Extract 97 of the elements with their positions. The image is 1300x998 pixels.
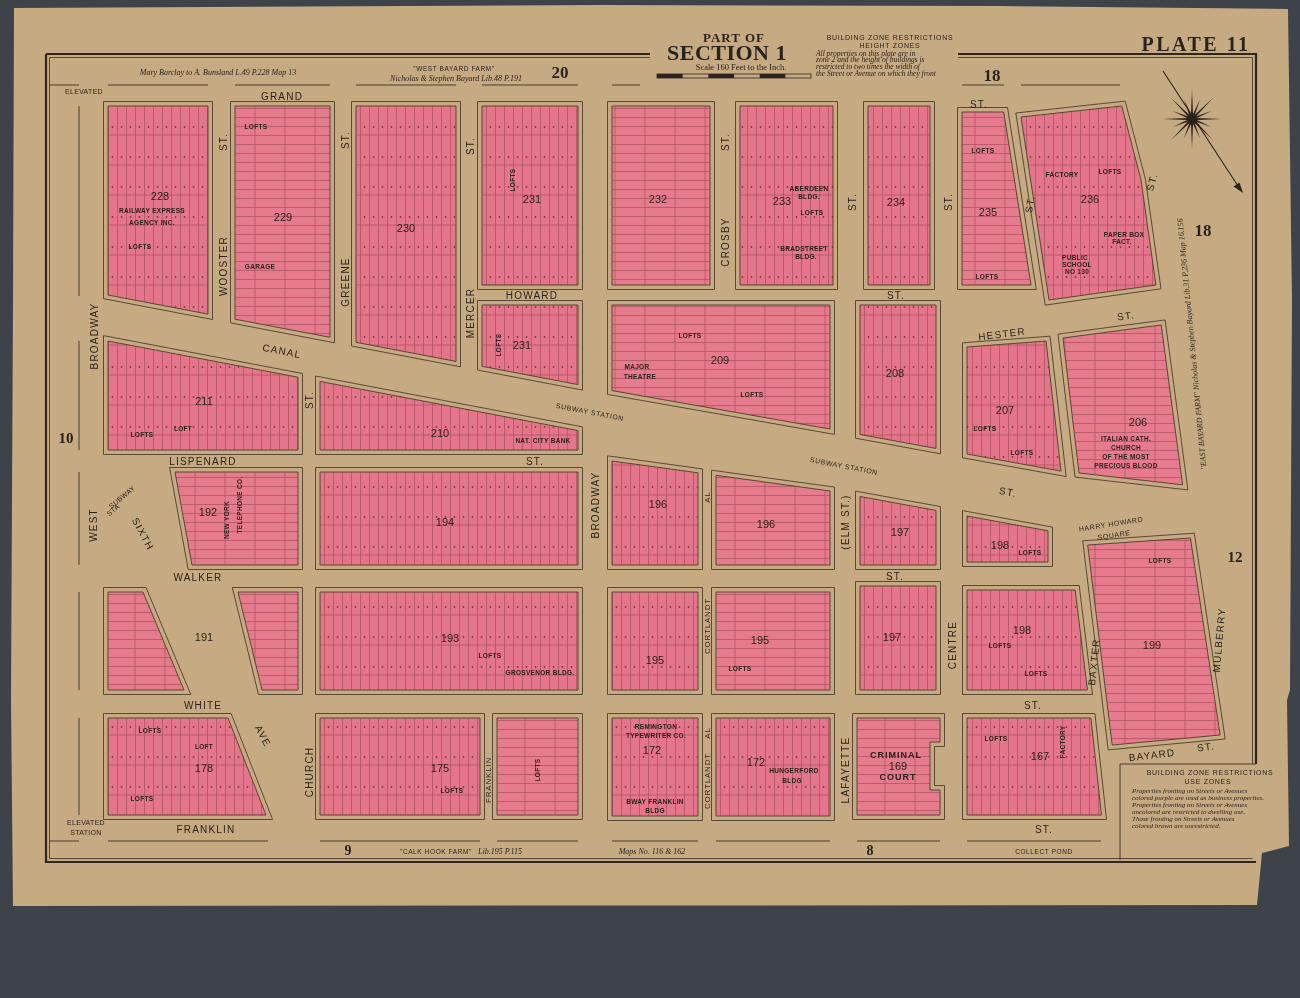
block-number: 228 <box>150 190 170 202</box>
block-number: 231 <box>522 193 542 205</box>
block-number: 235 <box>978 206 998 218</box>
block-number: 191 <box>194 631 214 643</box>
building-label: COURT <box>879 772 917 782</box>
street-label: ST. <box>969 98 989 110</box>
plate-number: PLATE 11 <box>1141 33 1251 55</box>
street-label: ST. <box>339 130 351 150</box>
street-label: LAFAYETTE <box>839 736 851 804</box>
street-label: ST. <box>1116 309 1136 323</box>
street-label: AL <box>702 491 712 503</box>
street-label: ST. <box>464 136 476 156</box>
block-number: 195 <box>645 654 665 666</box>
block-number: 193 <box>440 632 460 644</box>
street-label: HOWARD <box>505 289 559 301</box>
street-label: BAYARD <box>1128 746 1176 764</box>
block-number: 198 <box>990 539 1010 551</box>
block-number: 195 <box>750 634 770 646</box>
block-number: 178 <box>194 762 214 774</box>
street-label: ST. <box>1022 194 1038 214</box>
adjoining-plate-number: 20 <box>551 62 569 82</box>
adjoining-plate-number: 9 <box>344 842 352 858</box>
street-label: CROSBY <box>719 217 731 267</box>
street-label: ST. <box>942 192 954 212</box>
block-number: 192 <box>198 506 218 518</box>
street-label: ST. <box>886 289 906 301</box>
street-label: CHURCH <box>303 746 315 798</box>
land-record-note: Maps No. 116 & 162 <box>618 846 686 856</box>
street-label: FRANKLIN <box>176 823 236 835</box>
block-number: 196 <box>756 518 776 530</box>
street-label: BROADWAY <box>589 471 601 539</box>
scale-note: Scale 160 Feet to the Inch. <box>695 62 787 72</box>
adjoining-plate-number: 10 <box>58 430 74 446</box>
block-number: 234 <box>886 196 906 208</box>
block-number: 172 <box>642 744 662 756</box>
block-number: 233 <box>772 195 792 207</box>
street-label: WHITE <box>183 699 223 711</box>
block-number: 208 <box>885 367 905 379</box>
street-label: BROADWAY <box>88 302 100 370</box>
compass-rose-icon <box>1162 70 1243 193</box>
street-label: ST. <box>1034 823 1054 835</box>
street-label: CORTLANDT <box>702 753 712 809</box>
block-number: 197 <box>890 526 910 538</box>
street-label: HESTER <box>977 325 1027 343</box>
street-label: ST. <box>1144 171 1160 193</box>
street-label: WOOSTER <box>217 235 229 297</box>
street-label: CENTRE <box>946 620 958 670</box>
street-label: ST. <box>885 570 905 582</box>
land-record-note: Lib.195 P.115 <box>478 846 522 856</box>
street-label: ST. <box>303 390 315 410</box>
adjoining-plate-number: 12 <box>1227 549 1243 565</box>
land-record-note: Mary Barclay to A. Bunsland L.49 P.228 Map 13 <box>139 67 297 77</box>
street-label: CANAL <box>261 341 303 361</box>
block-number: 232 <box>648 193 668 205</box>
street-label: ST. <box>1196 740 1216 754</box>
street-label: GRAND <box>260 90 304 102</box>
block-number: 206 <box>1128 416 1148 428</box>
block-number: 199 <box>1142 639 1162 651</box>
street-label: ST. <box>217 132 229 152</box>
street-label: ST. <box>1023 699 1043 711</box>
adjoining-plate-number: 18 <box>1194 220 1212 240</box>
block-number: 169 <box>888 760 908 772</box>
block-number: 198 <box>1012 624 1032 636</box>
street-label: AVE <box>252 723 274 749</box>
street-label: GREENE <box>339 257 351 307</box>
street-label: MULBERRY <box>1210 607 1228 673</box>
block-number: 207 <box>995 404 1015 416</box>
street-label: FRANKLIN <box>483 757 493 803</box>
street-label: WALKER <box>173 571 223 583</box>
block-number: 231 <box>512 339 532 351</box>
street-label: MERCER <box>464 287 476 339</box>
street-label: ST. <box>719 132 731 152</box>
street-label: ST. <box>998 484 1018 500</box>
street-label: WEST <box>87 508 99 542</box>
block-number: 175 <box>430 762 450 774</box>
adjoining-plate-number: 8 <box>866 842 874 858</box>
street-label: ST. <box>846 192 858 212</box>
block-number: 196 <box>648 498 668 510</box>
street-label: BAXTER <box>1086 637 1102 687</box>
street-label: AL <box>702 727 712 739</box>
adjoining-plate-number: 18 <box>983 65 1001 85</box>
block-number: 229 <box>273 211 293 223</box>
street-label: (ELM ST.) <box>839 494 851 550</box>
block-number: 194 <box>435 516 455 528</box>
block-number: 167 <box>1030 750 1050 762</box>
block-number: 210 <box>430 427 450 439</box>
block-number: 236 <box>1080 193 1100 205</box>
land-record-note: Nicholas & Stephen Bayard Lib.48 P.191 <box>390 73 522 83</box>
block-number: 211 <box>195 395 213 407</box>
block-number: 230 <box>396 222 416 234</box>
street-label: LISPENARD <box>169 455 237 467</box>
street-label: ST. <box>525 455 545 467</box>
block-number: 209 <box>710 354 730 366</box>
block-number: 172 <box>746 756 766 768</box>
street-label: CORTLANDT <box>702 598 712 654</box>
building-label: CRIMINAL <box>870 750 922 760</box>
block-number: 197 <box>882 631 902 643</box>
